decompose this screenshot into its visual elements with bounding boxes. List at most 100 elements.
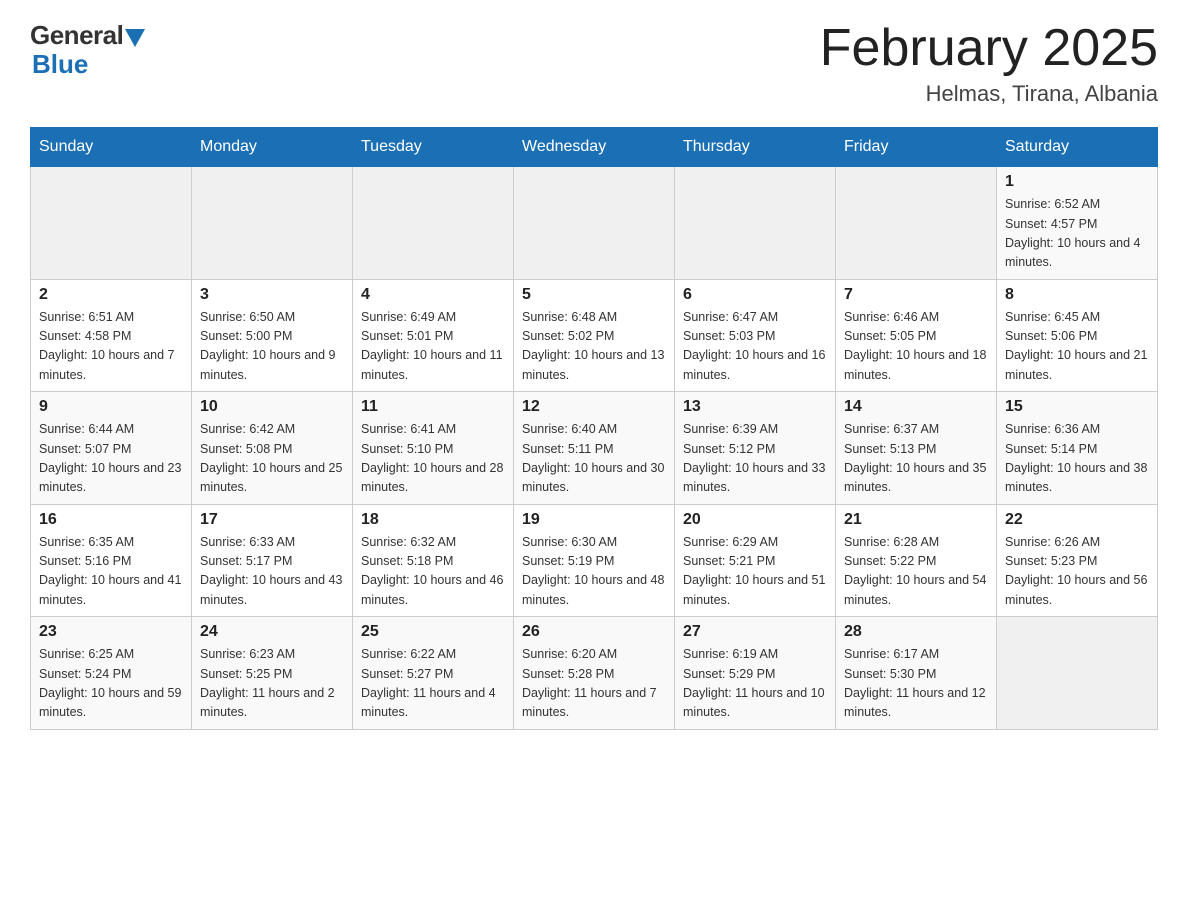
day-number: 2: [39, 286, 183, 304]
calendar-week-row: 23 Sunrise: 6:25 AMSunset: 5:24 PMDayligh…: [31, 617, 1158, 730]
day-number: 9: [39, 398, 183, 416]
calendar-cell: [997, 617, 1158, 730]
day-info: Sunrise: 6:44 AMSunset: 5:07 PMDaylight:…: [39, 420, 183, 498]
calendar-cell: 7 Sunrise: 6:46 AMSunset: 5:05 PMDaylight…: [836, 279, 997, 392]
calendar-table: SundayMondayTuesdayWednesdayThursdayFrid…: [30, 127, 1158, 730]
calendar-cell: 20 Sunrise: 6:29 AMSunset: 5:21 PMDayligh…: [675, 504, 836, 617]
calendar-cell: 24 Sunrise: 6:23 AMSunset: 5:25 PMDayligh…: [192, 617, 353, 730]
calendar-cell: 27 Sunrise: 6:19 AMSunset: 5:29 PMDayligh…: [675, 617, 836, 730]
day-info: Sunrise: 6:28 AMSunset: 5:22 PMDaylight:…: [844, 533, 988, 611]
day-number: 27: [683, 623, 827, 641]
calendar-cell: 19 Sunrise: 6:30 AMSunset: 5:19 PMDayligh…: [514, 504, 675, 617]
day-info: Sunrise: 6:23 AMSunset: 5:25 PMDaylight:…: [200, 645, 344, 723]
calendar-week-row: 2 Sunrise: 6:51 AMSunset: 4:58 PMDaylight…: [31, 279, 1158, 392]
day-info: Sunrise: 6:46 AMSunset: 5:05 PMDaylight:…: [844, 308, 988, 386]
day-number: 12: [522, 398, 666, 416]
weekday-header-wednesday: Wednesday: [514, 128, 675, 167]
day-number: 14: [844, 398, 988, 416]
day-info: Sunrise: 6:52 AMSunset: 4:57 PMDaylight:…: [1005, 195, 1149, 273]
calendar-header: SundayMondayTuesdayWednesdayThursdayFrid…: [31, 128, 1158, 167]
logo-triangle-icon: [125, 29, 145, 47]
day-info: Sunrise: 6:51 AMSunset: 4:58 PMDaylight:…: [39, 308, 183, 386]
calendar-cell: 23 Sunrise: 6:25 AMSunset: 5:24 PMDayligh…: [31, 617, 192, 730]
day-info: Sunrise: 6:19 AMSunset: 5:29 PMDaylight:…: [683, 645, 827, 723]
page-header: General Blue February 2025 Helmas, Tiran…: [30, 20, 1158, 107]
calendar-cell: 9 Sunrise: 6:44 AMSunset: 5:07 PMDaylight…: [31, 392, 192, 505]
weekday-header-tuesday: Tuesday: [353, 128, 514, 167]
day-info: Sunrise: 6:35 AMSunset: 5:16 PMDaylight:…: [39, 533, 183, 611]
day-number: 8: [1005, 286, 1149, 304]
calendar-cell: 3 Sunrise: 6:50 AMSunset: 5:00 PMDaylight…: [192, 279, 353, 392]
day-number: 15: [1005, 398, 1149, 416]
month-title: February 2025: [820, 20, 1158, 77]
calendar-cell: 22Sunrise: 6:26 AMSunset: 5:23 PMDayligh…: [997, 504, 1158, 617]
day-info: Sunrise: 6:48 AMSunset: 5:02 PMDaylight:…: [522, 308, 666, 386]
logo-general-text: General: [30, 20, 123, 51]
calendar-cell: 17 Sunrise: 6:33 AMSunset: 5:17 PMDayligh…: [192, 504, 353, 617]
calendar-cell: 12Sunrise: 6:40 AMSunset: 5:11 PMDayligh…: [514, 392, 675, 505]
weekday-header-thursday: Thursday: [675, 128, 836, 167]
day-info: Sunrise: 6:45 AMSunset: 5:06 PMDaylight:…: [1005, 308, 1149, 386]
day-number: 7: [844, 286, 988, 304]
calendar-cell: 11Sunrise: 6:41 AMSunset: 5:10 PMDayligh…: [353, 392, 514, 505]
day-number: 23: [39, 623, 183, 641]
calendar-cell: 6Sunrise: 6:47 AMSunset: 5:03 PMDaylight…: [675, 279, 836, 392]
day-info: Sunrise: 6:30 AMSunset: 5:19 PMDaylight:…: [522, 533, 666, 611]
calendar-cell: 26 Sunrise: 6:20 AMSunset: 5:28 PMDayligh…: [514, 617, 675, 730]
calendar-cell: 13 Sunrise: 6:39 AMSunset: 5:12 PMDayligh…: [675, 392, 836, 505]
day-info: Sunrise: 6:50 AMSunset: 5:00 PMDaylight:…: [200, 308, 344, 386]
calendar-cell: 15 Sunrise: 6:36 AMSunset: 5:14 PMDayligh…: [997, 392, 1158, 505]
day-number: 1: [1005, 173, 1149, 191]
day-number: 24: [200, 623, 344, 641]
day-number: 26: [522, 623, 666, 641]
calendar-week-row: 9 Sunrise: 6:44 AMSunset: 5:07 PMDaylight…: [31, 392, 1158, 505]
calendar-cell: 28Sunrise: 6:17 AMSunset: 5:30 PMDayligh…: [836, 617, 997, 730]
day-number: 21: [844, 511, 988, 529]
day-number: 10: [200, 398, 344, 416]
calendar-cell: 25Sunrise: 6:22 AMSunset: 5:27 PMDayligh…: [353, 617, 514, 730]
day-number: 25: [361, 623, 505, 641]
calendar-cell: 8 Sunrise: 6:45 AMSunset: 5:06 PMDaylight…: [997, 279, 1158, 392]
day-info: Sunrise: 6:20 AMSunset: 5:28 PMDaylight:…: [522, 645, 666, 723]
day-number: 5: [522, 286, 666, 304]
day-info: Sunrise: 6:25 AMSunset: 5:24 PMDaylight:…: [39, 645, 183, 723]
logo-blue-text: Blue: [32, 49, 88, 80]
calendar-cell: [836, 167, 997, 280]
calendar-week-row: 1 Sunrise: 6:52 AMSunset: 4:57 PMDaylight…: [31, 167, 1158, 280]
calendar-cell: 10 Sunrise: 6:42 AMSunset: 5:08 PMDayligh…: [192, 392, 353, 505]
day-info: Sunrise: 6:29 AMSunset: 5:21 PMDaylight:…: [683, 533, 827, 611]
weekday-header-row: SundayMondayTuesdayWednesdayThursdayFrid…: [31, 128, 1158, 167]
day-number: 17: [200, 511, 344, 529]
calendar-cell: 14 Sunrise: 6:37 AMSunset: 5:13 PMDayligh…: [836, 392, 997, 505]
day-info: Sunrise: 6:42 AMSunset: 5:08 PMDaylight:…: [200, 420, 344, 498]
day-info: Sunrise: 6:49 AMSunset: 5:01 PMDaylight:…: [361, 308, 505, 386]
calendar-body: 1 Sunrise: 6:52 AMSunset: 4:57 PMDaylight…: [31, 167, 1158, 730]
day-number: 3: [200, 286, 344, 304]
day-number: 4: [361, 286, 505, 304]
calendar-cell: 2 Sunrise: 6:51 AMSunset: 4:58 PMDaylight…: [31, 279, 192, 392]
day-info: Sunrise: 6:17 AMSunset: 5:30 PMDaylight:…: [844, 645, 988, 723]
day-info: Sunrise: 6:47 AMSunset: 5:03 PMDaylight:…: [683, 308, 827, 386]
location-title: Helmas, Tirana, Albania: [820, 81, 1158, 107]
day-info: Sunrise: 6:33 AMSunset: 5:17 PMDaylight:…: [200, 533, 344, 611]
weekday-header-sunday: Sunday: [31, 128, 192, 167]
calendar-cell: [353, 167, 514, 280]
day-number: 13: [683, 398, 827, 416]
day-number: 16: [39, 511, 183, 529]
day-info: Sunrise: 6:37 AMSunset: 5:13 PMDaylight:…: [844, 420, 988, 498]
day-number: 11: [361, 398, 505, 416]
calendar-cell: 16 Sunrise: 6:35 AMSunset: 5:16 PMDayligh…: [31, 504, 192, 617]
day-number: 19: [522, 511, 666, 529]
logo: General Blue: [30, 20, 145, 80]
day-info: Sunrise: 6:26 AMSunset: 5:23 PMDaylight:…: [1005, 533, 1149, 611]
weekday-header-monday: Monday: [192, 128, 353, 167]
calendar-cell: 21 Sunrise: 6:28 AMSunset: 5:22 PMDayligh…: [836, 504, 997, 617]
calendar-week-row: 16 Sunrise: 6:35 AMSunset: 5:16 PMDayligh…: [31, 504, 1158, 617]
day-info: Sunrise: 6:36 AMSunset: 5:14 PMDaylight:…: [1005, 420, 1149, 498]
calendar-cell: 1 Sunrise: 6:52 AMSunset: 4:57 PMDaylight…: [997, 167, 1158, 280]
day-info: Sunrise: 6:39 AMSunset: 5:12 PMDaylight:…: [683, 420, 827, 498]
title-section: February 2025 Helmas, Tirana, Albania: [820, 20, 1158, 107]
calendar-cell: [192, 167, 353, 280]
calendar-cell: [675, 167, 836, 280]
day-number: 20: [683, 511, 827, 529]
